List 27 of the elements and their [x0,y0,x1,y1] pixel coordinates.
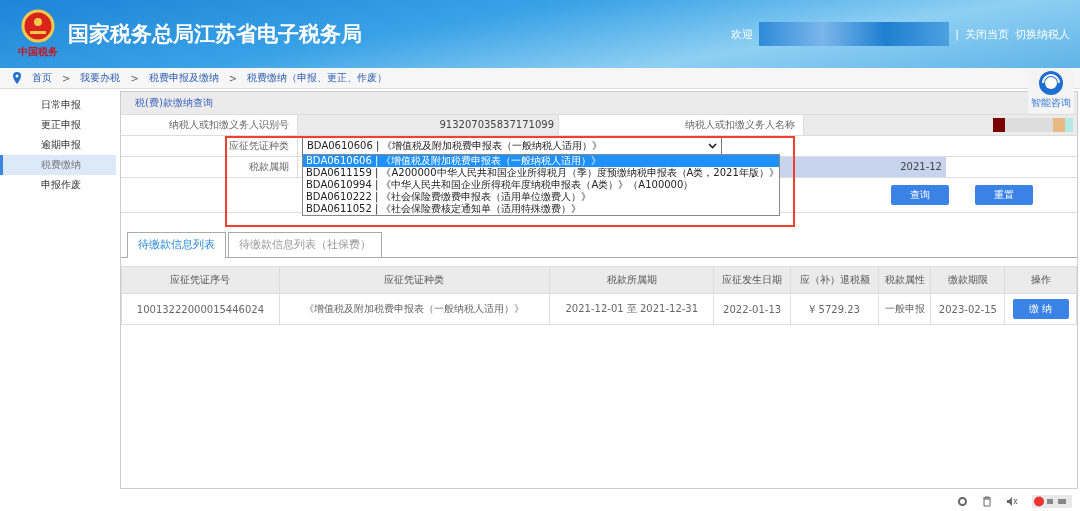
column-header: 操作 [1004,266,1077,294]
table-cell: 2023-02-15 [938,303,997,315]
column-header: 税款所属期 [549,266,714,294]
welcome-text: 欢迎 [731,26,754,42]
table-cell: 10013222000015446024 [136,303,265,315]
taxpayer-id-value: 913207035837171099 [298,115,558,135]
field-label: 税款属期 [121,157,298,177]
panel-title: 税(费)款缴纳查询 [135,96,213,110]
breadcrumb-separator: > [130,72,139,84]
breadcrumb-separator: > [62,72,71,84]
column-header: 应征发生日期 [713,266,791,294]
logo-caption: 中国税务 [18,45,58,59]
column-header: 缴款期限 [930,266,1005,294]
table-cell: 一般申报 [884,303,925,314]
column-header: 税款属性 [878,266,931,294]
separator: | [955,27,959,41]
table-cell: ¥ 5729.23 [809,303,860,315]
column-header: 应（补）退税额 [790,266,879,294]
column-header: 应征凭证序号 [121,266,280,294]
table-cell: 2022-01-13 [723,303,782,315]
table-cell: 《增值税及附加税费申报表（一般纳税人适用）》 [304,303,525,314]
breadcrumb-separator: > [228,72,238,84]
table-cell: 2021-12-01 至 2021-12-31 [565,303,699,314]
site-title: 国家税务总局江苏省电子税务局 [68,21,362,48]
field-label: 应征凭证种类 [121,136,298,156]
consult-label: 智能咨询 [1031,96,1071,110]
column-header: 应征凭证种类 [279,266,550,294]
